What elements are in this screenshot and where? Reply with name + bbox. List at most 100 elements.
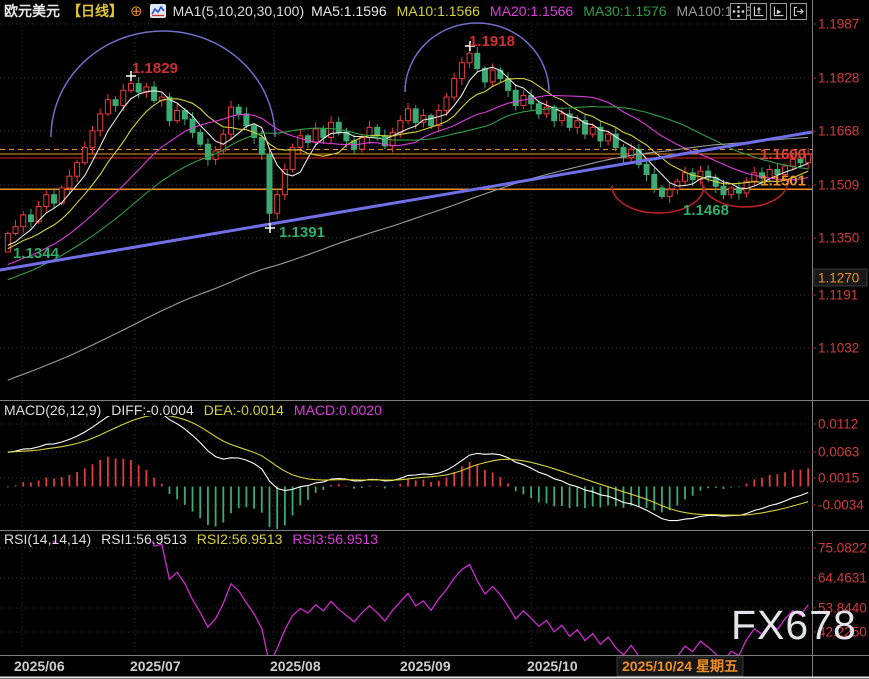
axis-scale-right-button[interactable] (770, 3, 787, 20)
candle-body (113, 100, 118, 106)
candle-body (82, 148, 87, 163)
chart-canvas[interactable]: 1.18291.19181.13441.13911.14681.16001.15… (0, 0, 869, 679)
ma-value: MA10:1.1566 (397, 3, 480, 19)
candle-body (444, 97, 449, 110)
shift-right-button[interactable] (790, 3, 807, 20)
candle-body (244, 114, 249, 126)
candle-body (406, 109, 411, 121)
candle-body (152, 87, 157, 100)
candle-body (175, 111, 180, 121)
candle-body (575, 121, 580, 128)
candle-body (236, 107, 241, 114)
rsi-title: RSI(14,14,14) (4, 531, 91, 547)
candle-body (290, 148, 295, 170)
level-label: 1.1501 (760, 172, 806, 189)
candle-body (413, 109, 418, 122)
price-annotation: 1.1468 (683, 202, 729, 219)
rsi1-value: RSI1:56.9513 (101, 531, 187, 547)
price-annotation: 1.1918 (469, 33, 515, 50)
candle-body (536, 104, 541, 114)
candle-body (182, 111, 187, 119)
candle-body (606, 134, 611, 141)
rsi2-value: RSI2:56.9513 (197, 531, 283, 547)
candle-body (375, 127, 380, 135)
candle-body (652, 175, 657, 188)
trendline (0, 132, 812, 270)
price-axis-label: 1.1191 (818, 288, 858, 303)
month-label: 2025/07 (130, 658, 181, 674)
level-label: 1.1600 (760, 146, 806, 163)
candle-body (21, 215, 26, 227)
candle-body (44, 195, 49, 207)
macd-header: MACD(26,12,9) DIFF:-0.0004 DEA:-0.0014 M… (4, 402, 382, 418)
candle-body (667, 190, 672, 197)
candle-body (105, 100, 110, 114)
candle-body (482, 68, 487, 81)
candle-body (267, 154, 272, 213)
candle-body (121, 90, 126, 105)
candle-body (467, 53, 472, 62)
candle-body (559, 114, 564, 121)
candle-body (721, 186, 726, 194)
candle-body (259, 137, 264, 154)
candle-body (683, 173, 688, 181)
candle-body (90, 131, 95, 148)
macd-macd-value: MACD:0.0020 (294, 402, 382, 418)
macd-dea-value: DEA:-0.0014 (204, 402, 284, 418)
candle-body (398, 121, 403, 133)
candle-body (275, 195, 280, 214)
price-axis-label: 1.1350 (818, 231, 859, 246)
macd-axis-label: -0.0034 (818, 498, 864, 513)
price-axis-label: 1.1032 (818, 341, 859, 356)
candle-body (498, 70, 503, 78)
candle-body (452, 79, 457, 98)
candle-body (98, 114, 103, 131)
chart-type-icon[interactable] (150, 4, 166, 18)
price-annotation: 1.1391 (279, 224, 325, 241)
fx678-watermark: FX678 (731, 602, 857, 649)
ma-indicator-label: MA1(5,10,20,30,100) (173, 3, 305, 19)
candle-body (429, 116, 434, 126)
macd-title: MACD(26,12,9) (4, 402, 101, 418)
candle-body (305, 136, 310, 143)
candle-body (590, 127, 595, 134)
candle-body (806, 154, 811, 162)
axis-scale-up-button[interactable] (750, 3, 767, 20)
ma-value: MA5:1.1596 (311, 3, 387, 19)
candle-body (729, 188, 734, 195)
price-axis-label: 1.1828 (818, 71, 859, 86)
candle-body (475, 53, 480, 68)
candle-body (544, 107, 549, 114)
price-annotation: 1.1829 (132, 60, 178, 77)
candle-body (313, 129, 318, 142)
price-axis-label: 1.1509 (818, 178, 859, 193)
candle-body (13, 227, 18, 234)
candle-body (52, 195, 57, 203)
candle-body (213, 151, 218, 159)
candle-body (128, 84, 133, 91)
candle-body (336, 122, 341, 132)
ma-line-30 (8, 107, 808, 280)
candle-body (229, 107, 234, 134)
price-axis-label: 1.1987 (818, 17, 859, 32)
candle-body (198, 132, 203, 144)
dome-annotation (51, 31, 275, 137)
candle-body (513, 90, 518, 105)
rsi-header: RSI(14,14,14) RSI1:56.9513 RSI2:56.9513 … (4, 531, 378, 547)
candle-body (629, 149, 634, 157)
macd-axis-label: 0.0015 (818, 471, 859, 486)
symbol-name: 欧元美元 (4, 1, 60, 21)
macd-axis-label: 0.0063 (818, 445, 859, 460)
add-indicator-icon[interactable]: ⊕ (130, 2, 143, 20)
candle-body (5, 233, 10, 252)
selected-date-label: 2025/10/24 星期五 (622, 658, 738, 674)
candle-body (659, 188, 664, 196)
chart-header: 欧元美元 【日线】 ⊕ MA1(5,10,20,30,100) MA5:1.15… (0, 0, 778, 22)
price-axis-label: 1.1270 (818, 271, 859, 286)
move-chart-button[interactable] (730, 3, 747, 20)
month-label: 2025/10 (527, 658, 578, 674)
candle-body (736, 188, 741, 193)
candle-body (644, 164, 649, 174)
candle-body (690, 173, 695, 180)
macd-dea-line (8, 415, 808, 515)
